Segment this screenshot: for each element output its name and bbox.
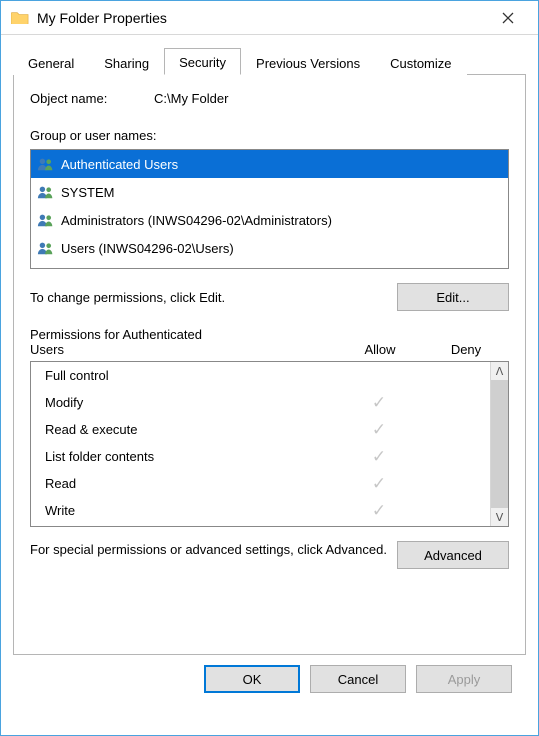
tab-previous-versions[interactable]: Previous Versions — [241, 50, 375, 75]
checkmark-icon: ✓ — [372, 474, 386, 494]
permissions-scrollbar[interactable]: ᐱ ᐯ — [490, 362, 508, 526]
user-group-icon — [37, 240, 55, 256]
object-name-label: Object name: — [30, 91, 154, 106]
permission-name: Write — [45, 503, 336, 518]
group-list-item[interactable]: Administrators (INWS04296-02\Administrat… — [31, 206, 508, 234]
permission-row: Full control — [31, 362, 490, 389]
tab-general[interactable]: General — [13, 50, 89, 75]
group-name: Authenticated Users — [61, 157, 178, 172]
ok-button[interactable]: OK — [204, 665, 300, 693]
edit-hint: To change permissions, click Edit. — [30, 290, 225, 305]
group-names-label: Group or user names: — [30, 128, 509, 143]
permission-allow: ✓ — [336, 501, 422, 521]
permission-name: Read & execute — [45, 422, 336, 437]
permission-name: Full control — [45, 368, 336, 383]
security-tab-page: Object name: C:\My Folder Group or user … — [13, 75, 526, 655]
advanced-hint: For special permissions or advanced sett… — [30, 541, 387, 559]
group-name: Users (INWS04296-02\Users) — [61, 241, 234, 256]
scroll-down-icon[interactable]: ᐯ — [491, 508, 508, 526]
permission-allow: ✓ — [336, 474, 422, 494]
allow-column-header: Allow — [337, 342, 423, 357]
advanced-button[interactable]: Advanced — [397, 541, 509, 569]
checkmark-icon: ✓ — [372, 501, 386, 521]
permission-name: Modify — [45, 395, 336, 410]
permissions-title: Permissions for Authenticated Users — [30, 327, 337, 357]
user-group-icon — [37, 212, 55, 228]
permission-allow: ✓ — [336, 420, 422, 440]
cancel-button[interactable]: Cancel — [310, 665, 406, 693]
permission-row: Read & execute ✓ — [31, 416, 490, 443]
close-icon — [502, 12, 514, 24]
folder-icon — [11, 10, 29, 25]
permissions-list: Full controlModify✓Read & execute✓List f… — [30, 361, 509, 527]
dialog-buttons: OK Cancel Apply — [13, 665, 526, 707]
user-group-icon — [37, 156, 55, 172]
edit-button[interactable]: Edit... — [397, 283, 509, 311]
permission-row: Read ✓ — [31, 470, 490, 497]
permission-row: Write ✓ — [31, 497, 490, 524]
checkmark-icon: ✓ — [372, 393, 386, 413]
scroll-thumb[interactable] — [491, 380, 508, 508]
object-name-value: C:\My Folder — [154, 91, 228, 106]
permission-row: List folder contents ✓ — [31, 443, 490, 470]
checkmark-icon: ✓ — [372, 420, 386, 440]
tab-customize[interactable]: Customize — [375, 50, 466, 75]
window-title: My Folder Properties — [37, 10, 486, 26]
permission-allow: ✓ — [336, 447, 422, 467]
permission-name: Read — [45, 476, 336, 491]
user-group-icon — [37, 184, 55, 200]
close-button[interactable] — [486, 4, 530, 32]
group-name: Administrators (INWS04296-02\Administrat… — [61, 213, 332, 228]
tab-sharing[interactable]: Sharing — [89, 50, 164, 75]
group-list-item[interactable]: Users (INWS04296-02\Users) — [31, 234, 508, 262]
group-list-item[interactable]: SYSTEM — [31, 178, 508, 206]
apply-button[interactable]: Apply — [416, 665, 512, 693]
deny-column-header: Deny — [423, 342, 509, 357]
tab-bar: General Sharing Security Previous Versio… — [13, 47, 526, 75]
object-name-row: Object name: C:\My Folder — [30, 91, 509, 106]
group-name: SYSTEM — [61, 185, 114, 200]
permission-name: List folder contents — [45, 449, 336, 464]
titlebar: My Folder Properties — [1, 1, 538, 35]
scroll-up-icon[interactable]: ᐱ — [491, 362, 508, 380]
group-list[interactable]: Authenticated Users SYSTEM Administrators … — [30, 149, 509, 269]
tab-security[interactable]: Security — [164, 48, 241, 75]
checkmark-icon: ✓ — [372, 447, 386, 467]
group-list-item[interactable]: Authenticated Users — [31, 150, 508, 178]
permission-row: Modify ✓ — [31, 389, 490, 416]
permission-allow: ✓ — [336, 393, 422, 413]
